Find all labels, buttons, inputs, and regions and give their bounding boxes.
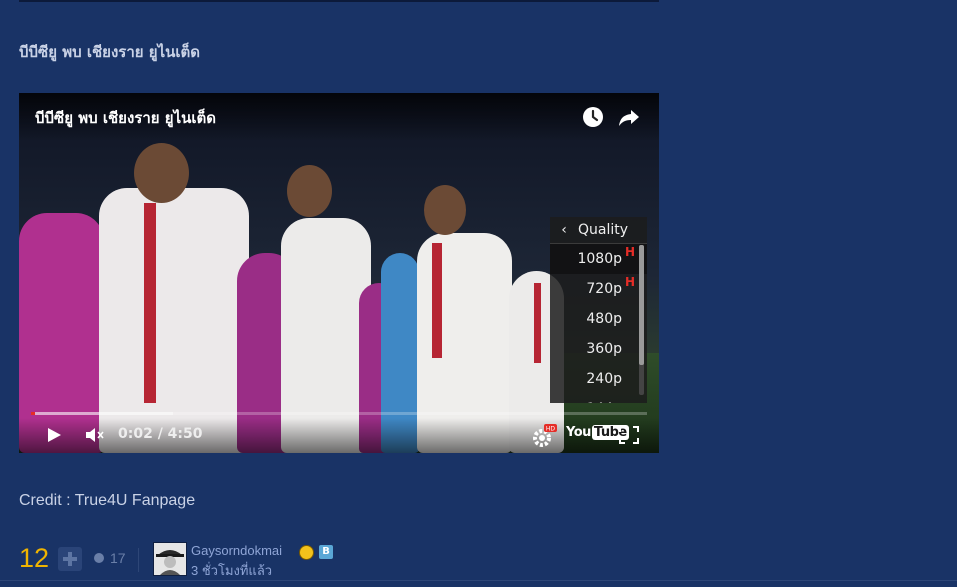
- footballer-head: [424, 185, 466, 235]
- quality-option-label: 360p: [586, 341, 622, 357]
- watch-later-icon[interactable]: [581, 105, 605, 129]
- avatar-image: [154, 543, 186, 575]
- quality-menu[interactable]: ‹Quality 1080p H 720p H 480p 360p 240p 1…: [550, 217, 647, 403]
- back-icon[interactable]: ‹: [550, 217, 578, 243]
- footballer-figure: [19, 213, 104, 453]
- progress-played: [31, 412, 36, 415]
- quality-option-480p[interactable]: 480p: [550, 304, 647, 334]
- video-player[interactable]: บีบีซียู พบ เชียงราย ยูไนเต็ด ‹ Quality 1…: [19, 93, 659, 453]
- credit-text: Credit : True4U Fanpage: [19, 492, 196, 509]
- progress-bar[interactable]: [31, 412, 647, 415]
- share-icon[interactable]: [617, 105, 641, 129]
- quality-menu-title: Quality: [578, 222, 629, 238]
- mute-icon[interactable]: [85, 427, 105, 443]
- hd-marker: H: [624, 275, 635, 289]
- username-link[interactable]: Gaysorndokmai: [191, 543, 282, 558]
- quality-option-240p[interactable]: 240p: [550, 364, 647, 394]
- footballer-head: [287, 165, 332, 217]
- jersey-stripe: [534, 283, 541, 363]
- comment-icon: [94, 553, 104, 563]
- quality-option-144p[interactable]: 144p: [550, 394, 647, 403]
- progress-loaded: [31, 412, 173, 415]
- top-divider: [19, 0, 659, 2]
- timestamp: 3 ชั่วโมงที่แล้ว: [191, 563, 273, 578]
- quality-option-label: 144p: [586, 401, 622, 403]
- quality-option-label: 720p: [586, 281, 622, 297]
- video-controls: 0:02 / 4:50 HD You Tube: [19, 418, 659, 453]
- quality-option-label: 480p: [586, 311, 622, 327]
- time-display: 0:02 / 4:50: [118, 426, 203, 442]
- member-badge-icon: B: [319, 545, 333, 559]
- post-title: บีบีซียู พบ เชียงราย ยูไนเต็ด: [19, 43, 200, 61]
- jersey-stripe: [144, 203, 156, 403]
- quality-option-label: 240p: [586, 371, 622, 387]
- smile-emoji-icon: [299, 545, 314, 560]
- hd-marker: H: [624, 245, 635, 259]
- play-icon[interactable]: [45, 426, 63, 444]
- video-title-bar: บีบีซียู พบ เชียงราย ยูไนเต็ด: [19, 93, 659, 141]
- jersey-stripe: [432, 243, 442, 358]
- quality-menu-scrollbar[interactable]: [639, 245, 644, 395]
- youtube-logo-you: You: [566, 425, 591, 440]
- quality-option-360p[interactable]: 360p: [550, 334, 647, 364]
- upvote-button[interactable]: [58, 547, 82, 571]
- footballer-head: [134, 143, 189, 203]
- divider: [138, 548, 139, 572]
- avatar[interactable]: [153, 542, 187, 576]
- hd-badge: HD: [546, 426, 556, 433]
- score-count: 12: [19, 543, 50, 573]
- video-title[interactable]: บีบีซียู พบ เชียงราย ยูไนเต็ด: [35, 106, 216, 130]
- bottom-divider: [0, 580, 957, 581]
- scrollbar-thumb[interactable]: [639, 245, 644, 365]
- settings-icon[interactable]: HD: [532, 424, 558, 448]
- quality-option-label: 1080p: [577, 251, 622, 267]
- fullscreen-icon[interactable]: [619, 426, 639, 444]
- quality-option-720p[interactable]: 720p H: [550, 274, 647, 304]
- comment-count[interactable]: 17: [110, 550, 126, 566]
